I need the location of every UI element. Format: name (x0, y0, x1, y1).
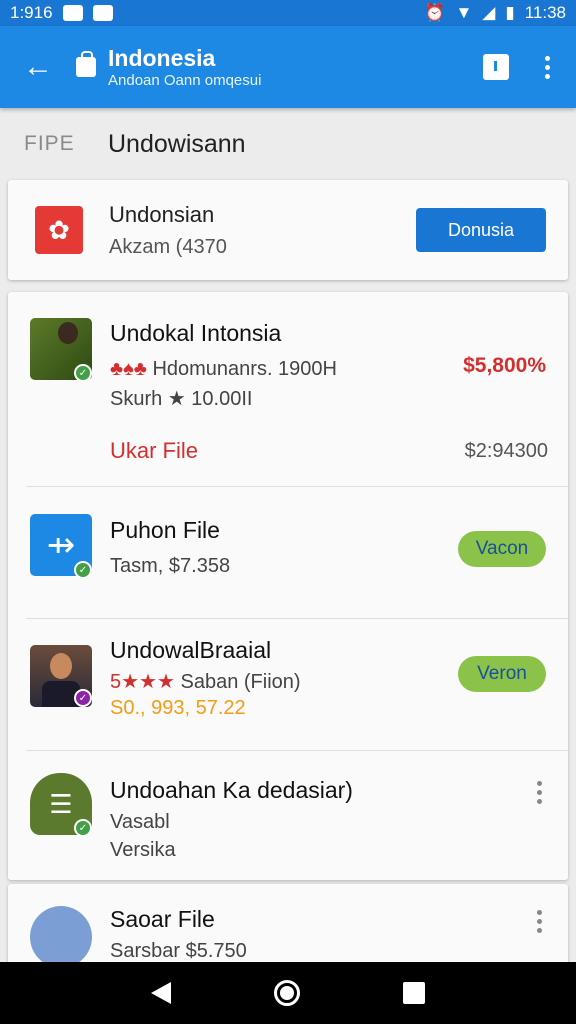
app-logo-icon: ✿ (35, 206, 83, 254)
notification-icon (62, 5, 83, 21)
alarm-icon: ⏰ (424, 3, 446, 22)
item-action-button[interactable]: Veron (458, 656, 546, 692)
nav-recents-icon[interactable] (402, 982, 425, 1004)
section-header: FIPE Undowisann (0, 118, 576, 170)
list-item[interactable]: ✓ Undokal Intonsia ♣♠♣ Hdomunanrs. 1900H… (8, 292, 568, 486)
section-title: Undowisann (108, 129, 246, 158)
more-vert-icon[interactable] (537, 781, 542, 804)
item-rating-line: ♣♠♣ Hdomunanrs. 1900H (110, 358, 337, 380)
system-nav-bar (0, 962, 576, 1024)
item-action-button[interactable]: Vacon (458, 531, 546, 567)
item-size-line: Skurh ★ 10.00II (110, 388, 253, 410)
item-rating-line: 5★★★ Saban (Fiion) (110, 671, 301, 693)
window-icon[interactable] (483, 54, 509, 80)
signal-icon: ◢ (482, 3, 496, 22)
app-list-card: ✓ Undokal Intonsia ♣♠♣ Hdomunanrs. 1900H… (8, 292, 568, 880)
nav-back-icon[interactable] (151, 982, 172, 1004)
app-bar-title: Indonesia (108, 45, 216, 71)
verified-badge-icon: ✓ (74, 364, 92, 382)
item-subtitle: Tasm, $7.358 (110, 555, 231, 577)
star-rating-icon: 5★★★ (110, 671, 175, 693)
more-vert-icon[interactable] (537, 910, 542, 933)
wifi-icon: ▼ (455, 3, 473, 22)
status-time-left: 1:916 (10, 3, 53, 22)
app-bar-subtitle: Andoan Oann omqesui (108, 72, 262, 89)
item-line-1: Vasabl (110, 811, 170, 833)
battery-icon: ▮ (505, 3, 515, 22)
item-subtitle: Sarsbar $5.750 (110, 940, 247, 962)
arrow-back-icon[interactable]: ← (0, 50, 76, 84)
item-name: Undokal Intonsia (110, 320, 282, 346)
rating-icon: ♣♠♣ (110, 358, 147, 380)
featured-name: Undonsian (109, 201, 215, 227)
status-bar: 1:916 ⏰ ▼ ◢ ▮ 11:38 (0, 0, 576, 26)
app-thumbnail (30, 906, 92, 968)
badge-icon: ✓ (74, 689, 92, 707)
featured-action-button[interactable]: Donusia (416, 208, 546, 252)
item-price-line: S0., 993, 57.22 (110, 697, 246, 719)
item-name: UndowalBraaial (110, 637, 272, 663)
shopping-bag-icon (76, 51, 96, 77)
nav-home-icon[interactable] (273, 980, 300, 1006)
item-name: Saoar File (110, 906, 215, 932)
more-vert-icon[interactable] (545, 55, 550, 79)
featured-card[interactable]: ✿ Undonsian Akzam (4370 Donusia (8, 180, 568, 280)
item-secondary-price: $2:94300 (464, 440, 548, 462)
section-tag: FIPE (24, 132, 75, 155)
verified-badge-icon: ✓ (74, 561, 92, 579)
item-action-link[interactable]: Ukar File (110, 438, 198, 464)
item-price: $5,800% (463, 354, 546, 377)
list-item[interactable]: ☰ ✓ Undoahan Ka dedasiar) Vasabl Versika (8, 751, 568, 880)
list-item[interactable]: ✓ UndowalBraaial 5★★★ Saban (Fiion) S0.,… (8, 619, 568, 750)
notification-icon (92, 5, 113, 21)
status-time-right: 11:38 (524, 3, 566, 22)
item-name: Puhon File (110, 517, 220, 543)
verified-badge-icon: ✓ (74, 819, 92, 837)
featured-subtitle: Akzam (4370 (109, 235, 227, 258)
app-bar: ← Indonesia Andoan Oann omqesui (0, 26, 576, 108)
item-name: Undoahan Ka dedasiar) (110, 777, 353, 803)
list-item[interactable]: ⇸ ✓ Puhon File Tasm, $7.358 Vacon (8, 487, 568, 618)
item-line-2: Versika (110, 839, 176, 861)
